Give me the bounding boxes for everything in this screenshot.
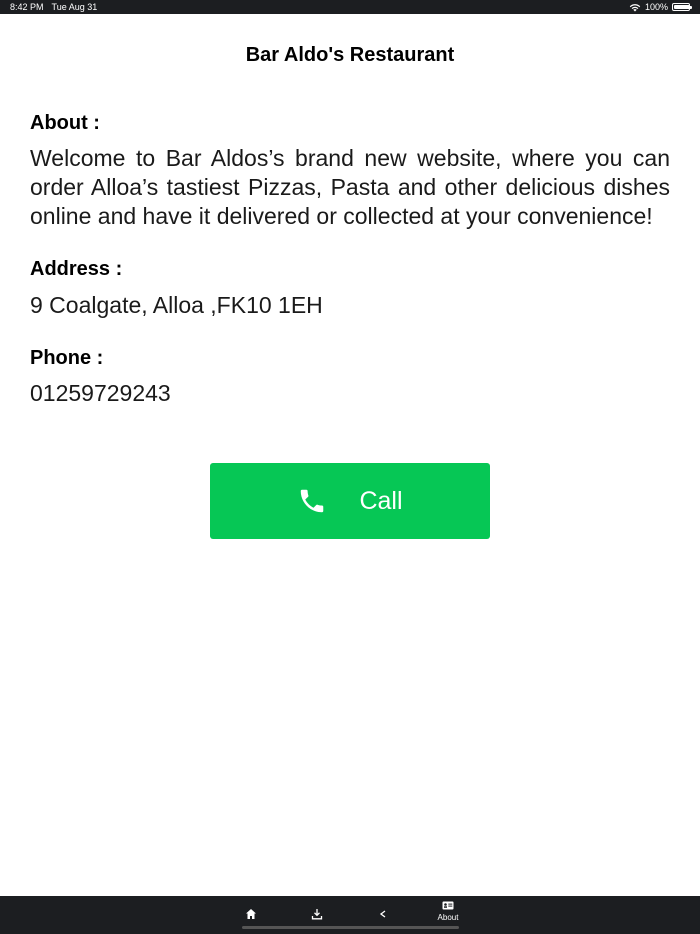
home-indicator [242,926,459,929]
bottom-tab-bar: About [0,896,700,934]
about-label: About : [30,112,100,134]
about-text: Welcome to Bar Aldos’s brand new website… [30,145,670,229]
about-icon [442,901,454,910]
battery-icon [672,3,692,11]
call-button[interactable]: Call [210,463,490,539]
wifi-icon [629,3,641,11]
download-icon [311,909,323,920]
tab-download[interactable] [307,904,327,924]
tab-about-label: About [437,913,459,922]
status-left: 8:42 PM Tue Aug 31 [10,2,97,12]
tab-about[interactable]: About [430,901,466,922]
address-label: Address : [30,258,123,280]
phone-icon [301,489,324,513]
status-bar: 8:42 PM Tue Aug 31 100% [0,0,700,14]
status-date: Tue Aug 31 [51,2,98,12]
share-icon [379,910,386,918]
status-right: 100% [629,2,692,12]
tab-home[interactable] [241,904,261,924]
call-button-label: Call [359,486,403,515]
address-text: 9 Coalgate, Alloa ,FK10 1EH [30,292,323,318]
page-title: Bar Aldo's Restaurant [245,44,455,66]
battery-fill [674,5,690,9]
phone-number: 01259729243 [30,380,171,406]
tab-share[interactable] [373,904,393,924]
battery-percent: 100% [644,2,668,12]
home-icon [246,909,256,919]
phone-label: Phone : [30,347,104,369]
status-time: 8:42 PM [10,2,44,12]
